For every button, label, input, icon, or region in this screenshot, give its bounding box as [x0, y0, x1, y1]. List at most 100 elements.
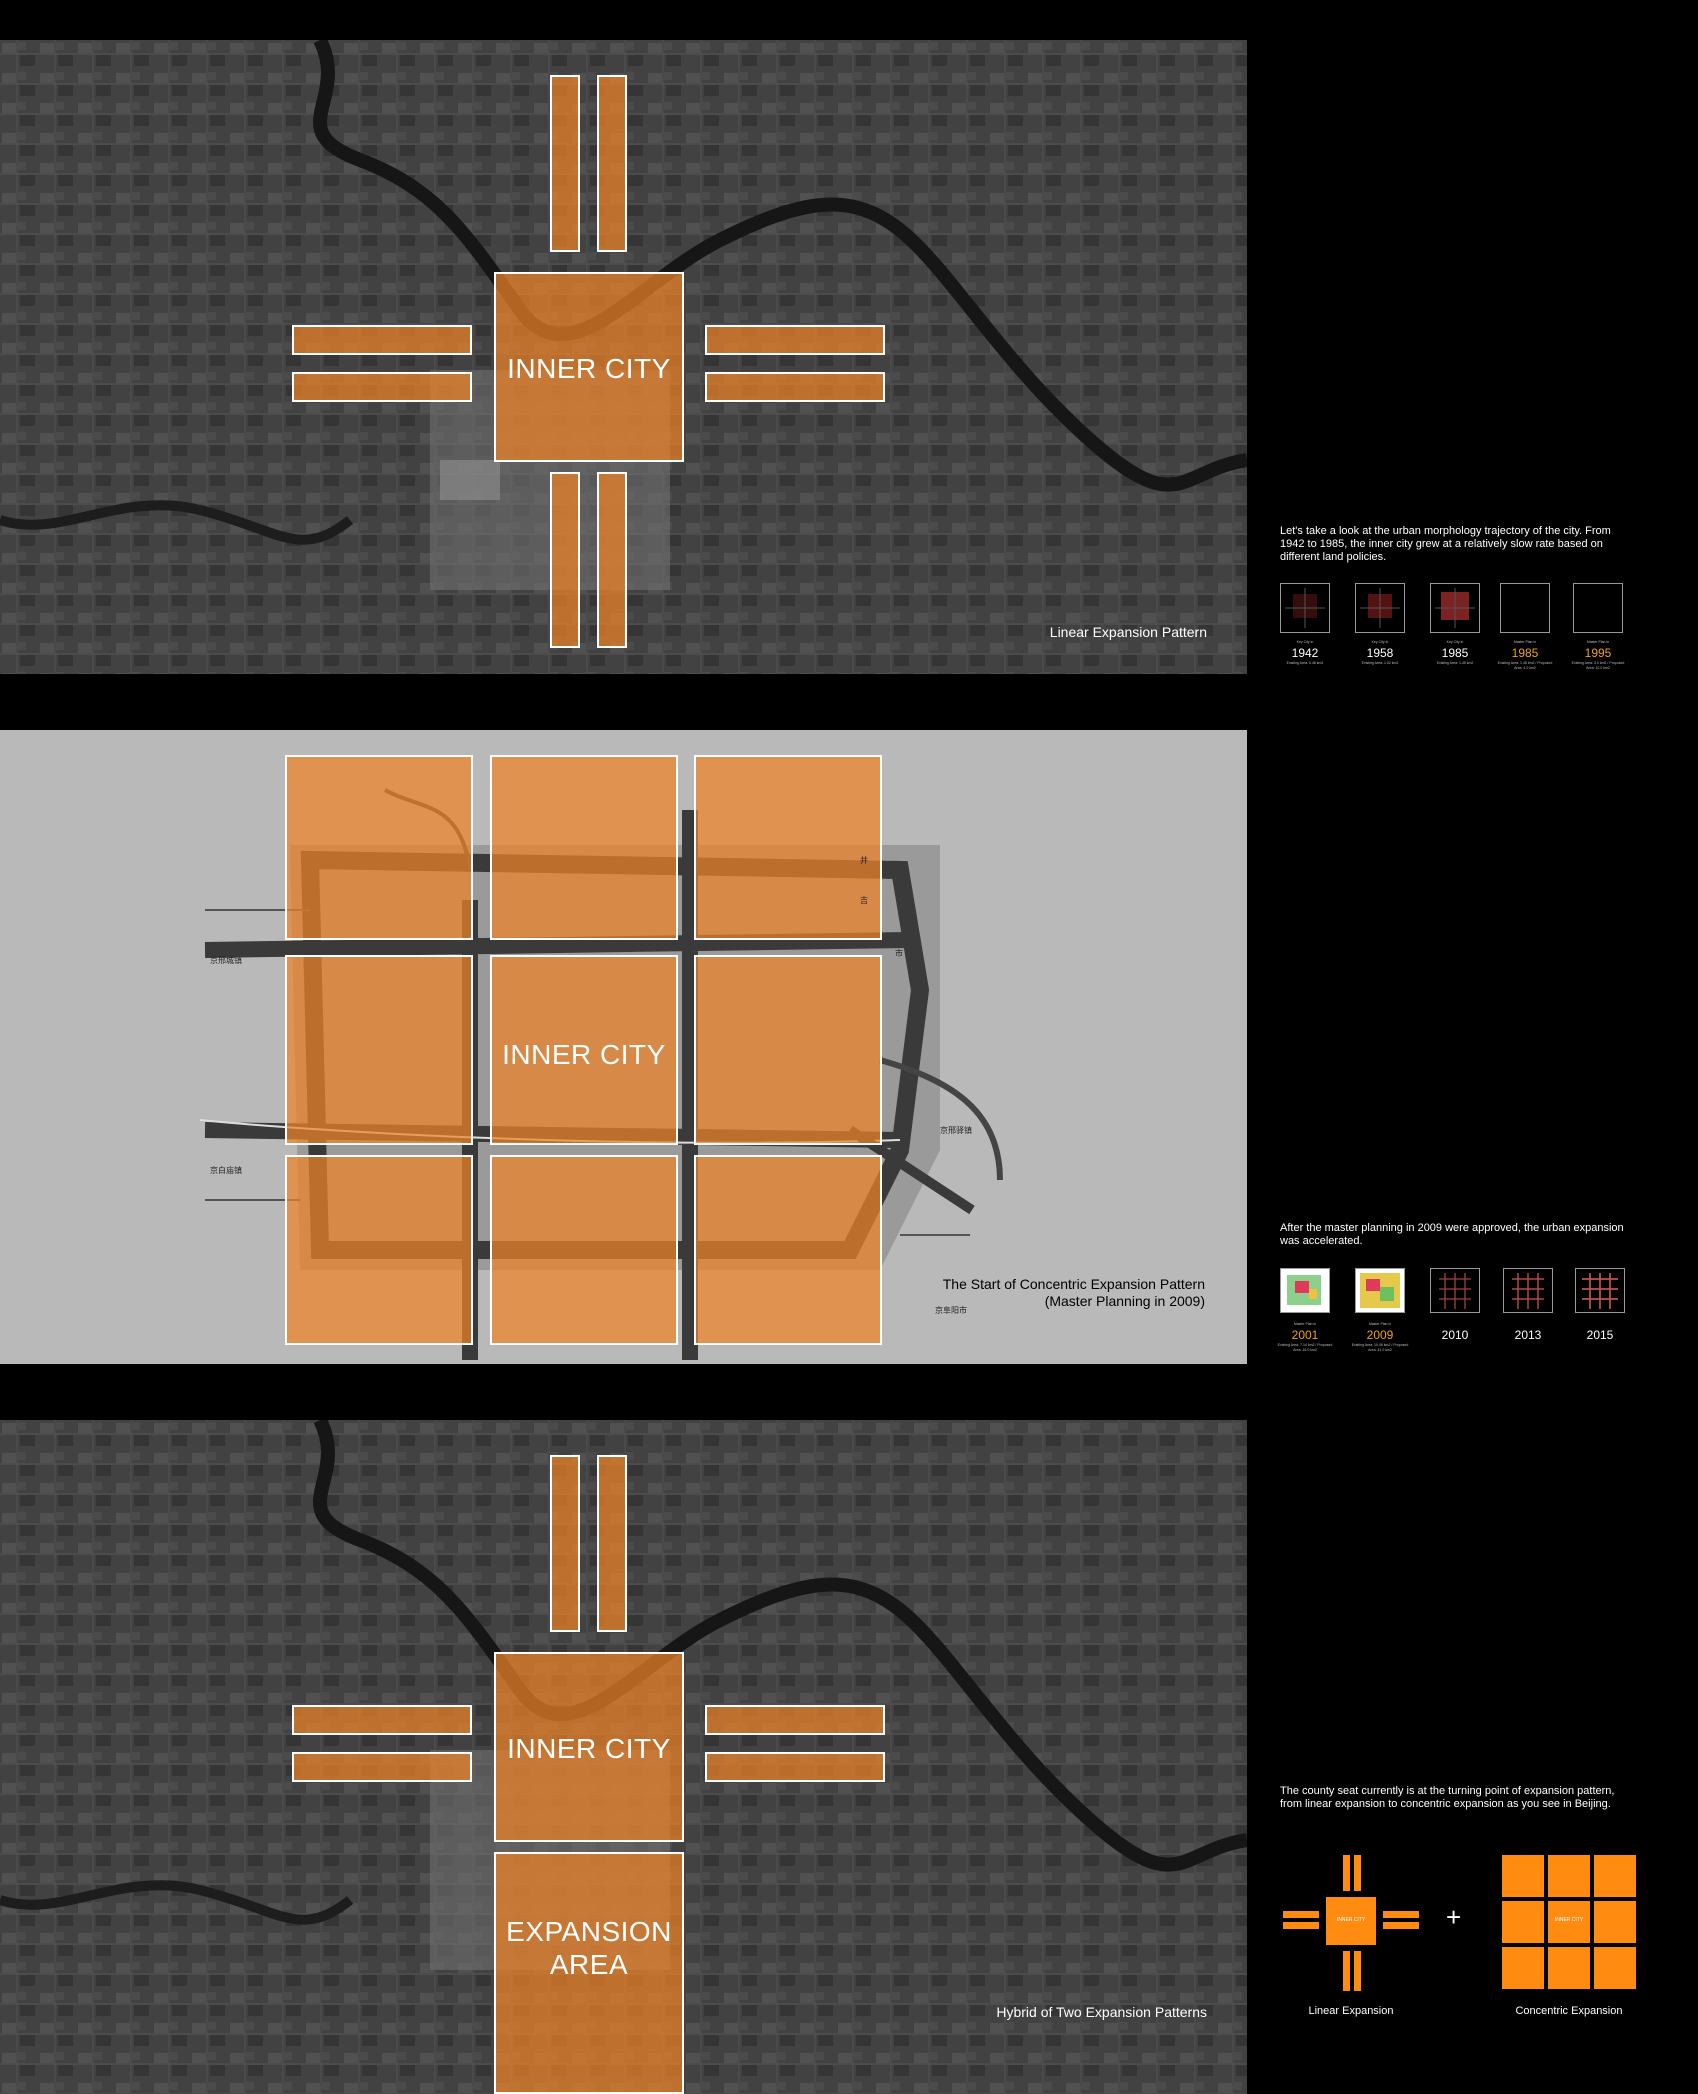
icon-grid-cell — [1502, 1947, 1544, 1989]
icon-grid-cell — [1548, 1947, 1590, 1989]
linear-bar-north-left — [550, 1455, 580, 1632]
map-label-1: 京邢城镇 — [210, 956, 242, 965]
map-label-6: 吉 — [860, 896, 868, 905]
timeline-year-2009: 2009 — [1366, 1328, 1394, 1342]
linear-expansion-label: Linear Expansion — [1308, 2005, 1394, 2017]
timeline-thumb-1958 — [1355, 583, 1405, 633]
hybrid-caption: Hybrid of Two Expansion Patterns — [996, 2004, 1207, 2020]
timeline-sub-2009: Master Plan in — [1368, 1322, 1392, 1326]
timeline-thumb-plan-1995 — [1573, 583, 1623, 633]
linear-bar-south-right — [597, 472, 627, 648]
linear-bar-east-top — [705, 325, 885, 355]
linear-bar-west-bottom — [292, 372, 472, 402]
timeline-1942-1995: Key City in 1942 Existing Area: 0.48 km2… — [1275, 580, 1635, 680]
icon-grid-cell — [1502, 1901, 1544, 1943]
timeline-year-plan-1995: 1995 — [1584, 646, 1612, 660]
grid-cell-3-2 — [490, 1155, 678, 1345]
linear-bar-east-top — [705, 1705, 885, 1735]
linear-bar-east-bottom — [705, 1752, 885, 1782]
expansion-area-label-line1: EXPANSION — [506, 1916, 672, 1947]
timeline-year-plan-1985: 1985 — [1511, 646, 1539, 660]
icon-inner-city-label: INNER CITY — [1554, 1917, 1584, 1923]
inner-city-label: INNER CITY — [507, 353, 671, 384]
plus-sign: + — [1446, 1902, 1462, 1932]
concentric-caption-line1: The Start of Concentric Expansion Patter… — [942, 1276, 1205, 1292]
icon-bar — [1283, 1911, 1319, 1918]
timeline-thumb-1942 — [1280, 583, 1330, 633]
map-label-2: 京白庙镇 — [210, 1166, 242, 1175]
grid-cell-3-1 — [285, 1155, 473, 1345]
timeline-sub-plan-1985: Master Plan in — [1513, 640, 1537, 644]
timeline-note-plan-1985: Existing Area: 1.45 km2 / Proposed Area:… — [1497, 661, 1553, 670]
timeline-note-1958: Existing Area: 1.02 km2 — [1361, 661, 1399, 665]
icon-bar — [1354, 1855, 1361, 1891]
icon-grid-cell — [1594, 1855, 1636, 1897]
icon-grid-cell — [1594, 1901, 1636, 1943]
timeline-note-1985: Existing Area: 1.45 km2 — [1436, 661, 1474, 665]
timeline-sub-1985: Key City in — [1446, 640, 1464, 644]
timeline-sub-1958: Key City in — [1371, 640, 1389, 644]
linear-bar-west-top — [292, 325, 472, 355]
linear-bar-west-bottom — [292, 1752, 472, 1782]
icon-inner-city-label: INNER CITY — [1336, 1917, 1366, 1923]
icon-grid-cell — [1594, 1947, 1636, 1989]
timeline-sub-2001: Master Plan in — [1293, 1322, 1317, 1326]
sidebar-intro-text: Let's take a look at the urban morpholog… — [1280, 525, 1611, 563]
linear-bar-east-bottom — [705, 372, 885, 402]
linear-bar-north-left — [550, 75, 580, 252]
timeline-thumb-2001 — [1280, 1268, 1330, 1313]
timeline-year-2013: 2013 — [1514, 1328, 1542, 1342]
icon-bar — [1343, 1855, 1350, 1891]
concentric-caption-line2: (Master Planning in 2009) — [1044, 1293, 1205, 1309]
inner-city-label: INNER CITY — [507, 1733, 671, 1764]
icon-grid-cell — [1502, 1855, 1544, 1897]
timeline-thumb-1985 — [1430, 583, 1480, 633]
timeline-year-1985: 1985 — [1441, 646, 1469, 660]
linear-bar-west-top — [292, 1705, 472, 1735]
map-label-7: 市 — [895, 949, 903, 958]
linear-expansion-panel: INNER CITY Linear Expansion Pattern — [0, 40, 1247, 674]
timeline-year-2015: 2015 — [1586, 1328, 1614, 1342]
hybrid-expansion-panel: INNER CITY EXPANSION AREA Hybrid of Two … — [0, 1420, 1247, 2094]
map-label-3: 京邢驿镇 — [940, 1126, 972, 1135]
linear-caption: Linear Expansion Pattern — [1049, 624, 1207, 640]
expansion-area-label-line2: AREA — [549, 1949, 629, 1980]
timeline-year-1942: 1942 — [1291, 646, 1319, 660]
icon-bar — [1283, 1922, 1319, 1929]
timeline-year-2001: 2001 — [1291, 1328, 1319, 1342]
concentric-expansion-icon: INNER CITY — [1502, 1855, 1636, 1989]
icon-bar — [1383, 1911, 1419, 1918]
timeline-thumb-2009 — [1355, 1268, 1405, 1313]
timeline-thumb-2013 — [1503, 1268, 1553, 1313]
linear-expansion-icon: INNER CITY — [1283, 1855, 1419, 1995]
timeline-year-2010: 2010 — [1441, 1328, 1469, 1342]
timeline-note-2009: Existing Area: 10.46 km2 / Proposed Area… — [1351, 1343, 1409, 1352]
map-label-5: 井 — [860, 856, 868, 865]
grid-cell-1-1 — [285, 755, 473, 940]
icon-bar — [1354, 1951, 1361, 1991]
timeline-note-plan-1995: Existing Area: 3.0 km2 / Proposed Area: … — [1571, 661, 1625, 670]
grid-cell-3-3 — [694, 1155, 882, 1345]
timeline-thumb-2010 — [1430, 1268, 1480, 1313]
timeline-2001-2015: Master Plan in 2001 Existing Area: 7.14 … — [1275, 1265, 1655, 1365]
grid-cell-1-2 — [490, 755, 678, 940]
grid-cell-1-3 — [694, 755, 882, 940]
timeline-thumb-2015 — [1575, 1268, 1625, 1313]
concentric-expansion-label: Concentric Expansion — [1515, 2005, 1623, 2017]
timeline-year-1958: 1958 — [1366, 646, 1394, 660]
timeline-thumb-plan-1985 — [1500, 583, 1550, 633]
linear-bar-north-right — [597, 1455, 627, 1632]
linear-bar-north-right — [597, 75, 627, 252]
grid-cell-2-3 — [694, 955, 882, 1145]
icon-bar — [1383, 1922, 1419, 1929]
icon-bar — [1343, 1951, 1350, 1991]
timeline-sub-plan-1995: Master Plan in — [1586, 640, 1610, 644]
concentric-expansion-panel: INNER CITY 京邢城镇 京白庙镇 京邢驿镇 京阜阳市 井 吉 市 The… — [0, 730, 1247, 1364]
sidebar-conclusion-text: The county seat currently is at the turn… — [1280, 1785, 1615, 1810]
linear-bar-south-left — [550, 472, 580, 648]
timeline-sub-1942: Key City in — [1296, 640, 1314, 644]
timeline-note-2001: Existing Area: 7.14 km2 / Proposed Area:… — [1277, 1343, 1333, 1352]
timeline-note-1942: Existing Area: 0.48 km2 — [1286, 661, 1324, 665]
icon-grid-cell — [1548, 1855, 1590, 1897]
inner-city-label: INNER CITY — [502, 1039, 666, 1070]
